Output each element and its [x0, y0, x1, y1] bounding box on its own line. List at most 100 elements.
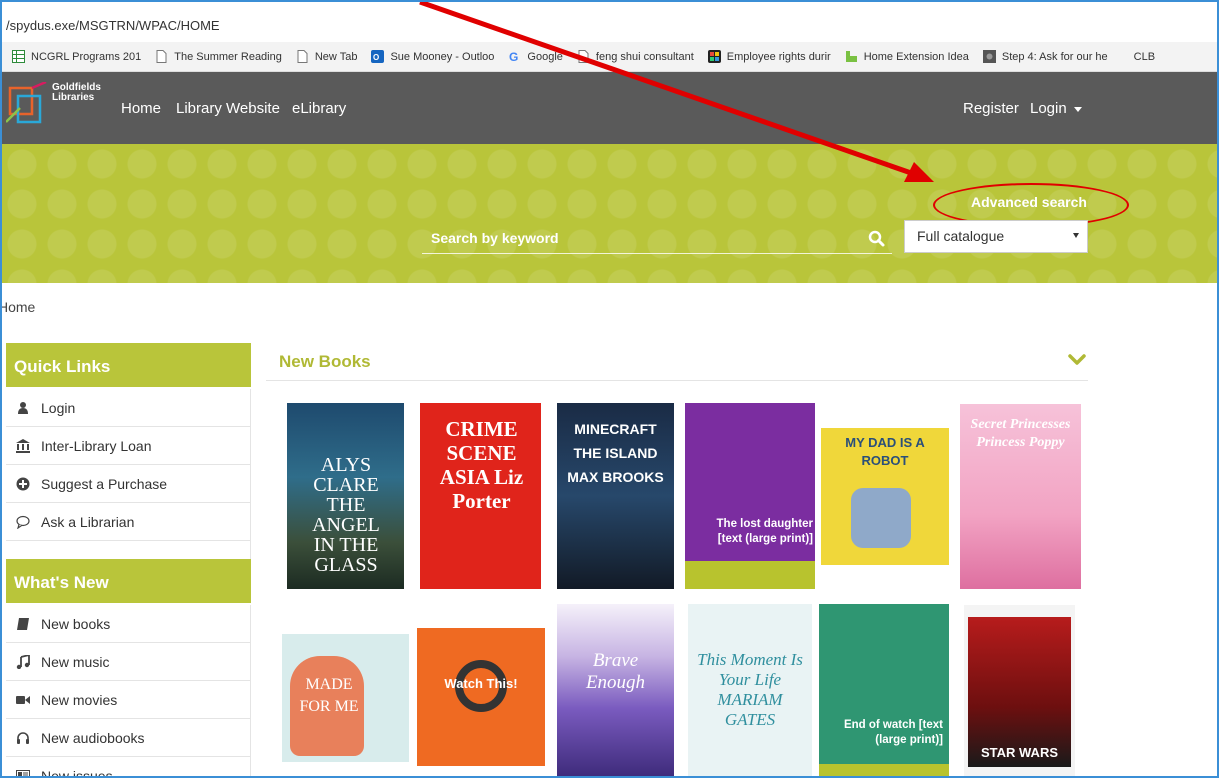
book-cover-12[interactable]: STAR WARS	[964, 605, 1075, 776]
book-icon	[16, 617, 30, 631]
sidebar-item-inter-library-loan[interactable]: Inter-Library Loan	[6, 427, 251, 465]
bookmark-8[interactable]: Step 4: Ask for our he	[982, 50, 1108, 63]
sidebar-item-new-audiobooks[interactable]: New audiobooks	[6, 719, 251, 757]
bookmark-label: Google	[527, 50, 563, 63]
bookmark-0[interactable]: NCGRL Programs 201	[12, 50, 141, 63]
music-icon	[16, 653, 30, 669]
sidebar-item-suggest-purchase[interactable]: Suggest a Purchase	[6, 465, 251, 503]
login-label: Login	[1030, 100, 1067, 117]
plus-circle-icon	[16, 477, 30, 491]
page-icon	[155, 50, 168, 63]
bookmark-5[interactable]: feng shui consultant	[577, 50, 694, 63]
video-icon	[16, 693, 30, 707]
sidebar-item-label: New movies	[41, 691, 118, 708]
nav-library-website[interactable]: Library Website	[176, 100, 280, 117]
sidebar-item-ask-librarian[interactable]: Ask a Librarian	[6, 503, 251, 541]
select-caret-icon	[1073, 233, 1079, 238]
robot-illustration	[851, 488, 911, 548]
sidebar-item-new-books[interactable]: New books	[6, 605, 251, 643]
goldfields-logo-icon[interactable]	[5, 80, 50, 130]
book-cover-2[interactable]: CRIME SCENE ASIA Liz Porter	[420, 403, 541, 589]
book-cover-1[interactable]: ALYS CLARE THE ANGEL IN THE GLASS	[287, 403, 404, 589]
headphones-icon	[16, 731, 30, 745]
search-placeholder: Search by keyword	[431, 230, 559, 246]
book-cover-title: MINECRAFT THE ISLAND MAX BROOKS	[567, 421, 664, 485]
address-bar[interactable]: /spydus.exe/MSGTRN/WPAC/HOME	[2, 12, 1217, 40]
address-text: /spydus.exe/MSGTRN/WPAC/HOME	[6, 18, 220, 33]
nav-home[interactable]: Home	[121, 100, 161, 117]
cover-stripe	[685, 561, 815, 589]
book-cover-4[interactable]: The lost daughter [text (large print)]	[685, 403, 815, 589]
bookmark-label: NCGRL Programs 201	[31, 50, 142, 63]
whats-new-heading: What's New	[6, 559, 251, 603]
bookmark-label: Sue Mooney - Outloo	[390, 50, 495, 63]
bookmark-6[interactable]: Employee rights durir	[707, 50, 831, 63]
book-cover-title: The lost daughter [text (large print)]	[716, 518, 813, 545]
bookmark-label: The Summer Reading	[174, 50, 282, 63]
book-cover-title: Brave Enough	[585, 650, 646, 693]
chat-icon	[16, 515, 30, 529]
nav-elibrary[interactable]: eLibrary	[292, 100, 346, 117]
search-input[interactable]: Search by keyword	[422, 228, 892, 254]
sidebar-item-label: Inter-Library Loan	[41, 437, 152, 454]
cover-stripe	[819, 764, 949, 776]
new-books-heading: New Books	[279, 352, 371, 371]
sidebar-item-new-movies[interactable]: New movies	[6, 681, 251, 719]
bookmark-9[interactable]: CLB	[1134, 51, 1155, 63]
sidebar-item-label: New audiobooks	[41, 729, 145, 746]
sidebar-item-login[interactable]: Login	[6, 389, 251, 427]
bookmark-1[interactable]: The Summer Reading	[155, 50, 282, 63]
book-cover-9[interactable]: Brave Enough	[557, 604, 674, 776]
book-cover-6[interactable]: Secret Princesses Princess Poppy	[960, 404, 1081, 589]
book-cover-11[interactable]: End of watch [text (large print)]	[819, 604, 949, 776]
sheet-icon	[12, 50, 25, 63]
register-link[interactable]: Register	[963, 100, 1019, 117]
search-icon[interactable]	[868, 230, 886, 248]
book-cover-title: This Moment Is Your Life MARIAM GATES	[697, 650, 803, 729]
book-cover-5[interactable]: MY DAD IS A ROBOT	[821, 428, 949, 565]
chevron-down-icon[interactable]	[1068, 353, 1086, 367]
sidebar-item-new-music[interactable]: New music	[6, 643, 251, 681]
book-cover-3[interactable]: MINECRAFT THE ISLAND MAX BROOKS	[557, 403, 674, 589]
svg-text:G: G	[509, 50, 518, 63]
bookmark-label: feng shui consultant	[595, 50, 694, 63]
sidebar-item-label: Login	[41, 399, 76, 416]
book-cover-title: MY DAD IS A ROBOT	[845, 435, 925, 468]
book-cover-10[interactable]: This Moment Is Your Life MARIAM GATES	[688, 604, 812, 776]
catalogue-select[interactable]: Full catalogue	[904, 220, 1088, 253]
sidebar-item-label: New books	[41, 615, 111, 632]
bookmark-2[interactable]: New Tab	[296, 50, 357, 63]
browser-window: /spydus.exe/MSGTRN/WPAC/HOME NCGRL Progr…	[0, 0, 1219, 778]
login-dropdown[interactable]: Login	[1030, 100, 1082, 117]
outlook-icon: O	[371, 50, 385, 63]
quick-links-heading: Quick Links	[6, 343, 251, 387]
book-cover-7[interactable]: MADE FOR ME	[282, 634, 409, 762]
book-cover-8[interactable]: Watch This!	[417, 628, 545, 766]
sidebar-item-label: Ask a Librarian	[41, 513, 135, 530]
book-cover-title: ALYS CLARE THE ANGEL IN THE GLASS	[312, 454, 380, 576]
bookmark-3[interactable]: O Sue Mooney - Outloo	[371, 50, 494, 63]
breadcrumb[interactable]: Home	[2, 299, 35, 315]
page-icon	[296, 50, 309, 63]
sidebar-item-new-issues[interactable]: New issues	[6, 757, 251, 778]
sidebar-item-label: New music	[41, 653, 110, 670]
bookmark-label: Home Extension Idea	[863, 50, 969, 63]
bookmarks-bar: NCGRL Programs 201 The Summer Reading Ne…	[2, 42, 1217, 72]
user-icon	[16, 401, 30, 415]
site-header: Goldfields Libraries Home Library Websit…	[2, 72, 1217, 144]
bookmark-4[interactable]: G Google	[508, 50, 562, 63]
sidebar-spacer	[6, 541, 251, 559]
photo-icon	[982, 50, 996, 63]
section-divider	[266, 380, 1088, 381]
book-cover-title: End of watch [text (large print)]	[843, 719, 943, 746]
bookmark-label: Employee rights durir	[726, 50, 831, 63]
bookmark-7[interactable]: Home Extension Idea	[845, 50, 969, 63]
bank-icon	[16, 438, 30, 453]
book-cover-title: Watch This!	[444, 676, 518, 691]
sidebar-item-label: New issues	[41, 767, 113, 778]
logo-text: Goldfields Libraries	[52, 83, 101, 103]
newspaper-icon	[16, 769, 30, 776]
bookmark-label: CLB	[1133, 50, 1156, 63]
sidebar-item-label: Suggest a Purchase	[41, 475, 168, 492]
book-cover-title: CRIME SCENE ASIA Liz Porter	[439, 417, 524, 513]
